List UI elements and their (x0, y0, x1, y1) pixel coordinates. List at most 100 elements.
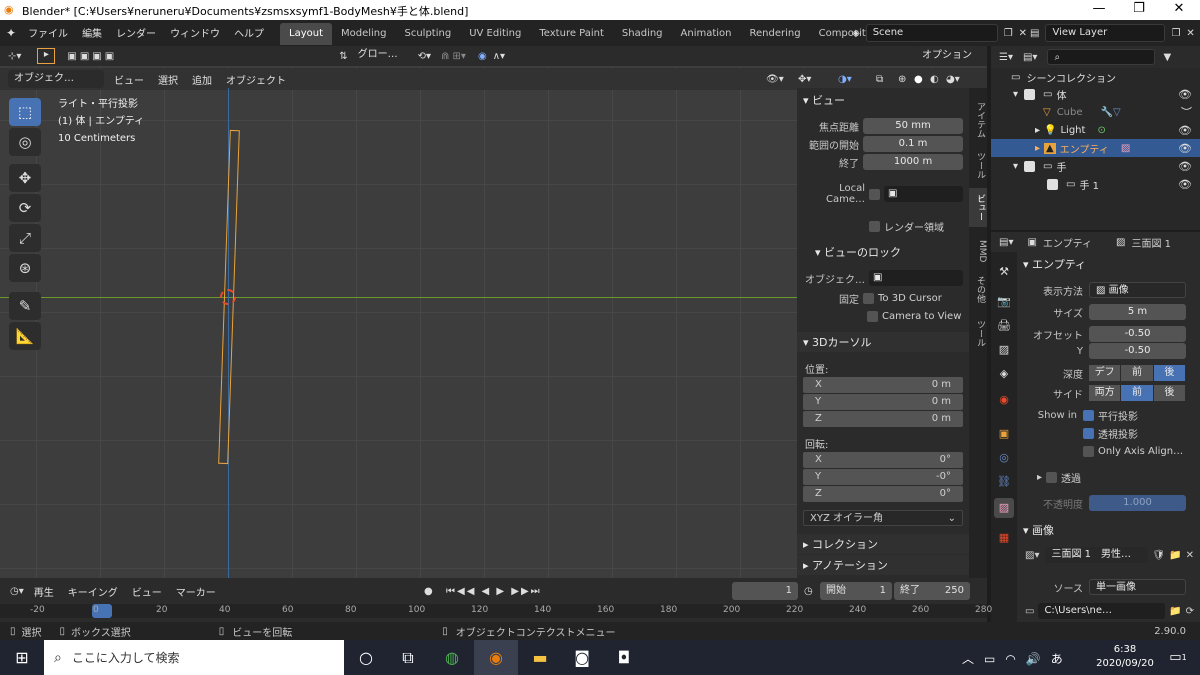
wifi-icon[interactable]: ◠ (1005, 652, 1015, 666)
cortana-icon[interactable]: ○ (344, 640, 388, 675)
perspective-checkbox[interactable] (1083, 427, 1094, 439)
viewport-menu-view[interactable]: ビュー (114, 72, 144, 87)
collapse-icon[interactable]: ▾ (1013, 161, 1018, 172)
menu-render[interactable]: レンダー (116, 25, 156, 40)
source-select[interactable]: 単一画像 (1089, 579, 1186, 595)
menu-help[interactable]: ヘルプ (234, 25, 264, 40)
tab-tool[interactable]: ツール (969, 146, 987, 185)
view-layer-tab-icon[interactable]: ▨ (994, 340, 1014, 360)
menu-window[interactable]: ウィンドウ (170, 25, 220, 40)
tool-tab-icon[interactable]: ⚒ (994, 262, 1014, 282)
snap-icon[interactable]: ⋒ ⊞▾ (441, 51, 466, 62)
timeline-menu-playback[interactable]: 再生 (34, 584, 54, 599)
timeline-ruler[interactable]: -20 0 20 40 60 80 100 120 140 160 180 200 220 240 260 2… (0, 604, 992, 618)
empty-section-header[interactable]: ▾ エンプティ (1017, 254, 1189, 274)
clock[interactable]: 6:38 2020/09/20 (1090, 643, 1160, 671)
transform-tool[interactable]: ⊛ (9, 254, 41, 282)
blender-taskbar-icon[interactable]: ◉ (474, 640, 518, 675)
current-frame-field[interactable]: 1 (732, 582, 798, 600)
image-path-field[interactable]: C:\Users\ne… (1038, 603, 1166, 619)
cursor-location-x[interactable]: X 0 m (803, 377, 963, 393)
shading-solid-icon[interactable]: ● (914, 74, 923, 85)
new-view-layer-icon[interactable]: ❐ (1171, 28, 1180, 39)
file-explorer-icon[interactable]: ▬ (518, 640, 562, 675)
move-tool[interactable]: ✥ (9, 164, 41, 192)
physics-tab-icon[interactable]: ◎ (994, 448, 1014, 468)
tab-sculpting[interactable]: Sculpting (396, 23, 461, 45)
list-item[interactable]: ▾ ▭ 体 👁 (991, 85, 1200, 103)
tab-animation[interactable]: Animation (672, 23, 741, 45)
menu-file[interactable]: ファイル (28, 25, 68, 40)
scene-tab-icon[interactable]: ◈ (994, 364, 1014, 384)
tab-rendering[interactable]: Rendering (741, 23, 810, 45)
view-layer-icon[interactable]: ▤ (1030, 28, 1039, 39)
scene-icon[interactable]: ◈ (852, 28, 860, 39)
maximize-button[interactable]: ❐ (1124, 1, 1154, 19)
scale-tool[interactable]: ⤢ (9, 224, 41, 252)
list-item[interactable]: ▸ 💡 Light ⊙ 👁 (991, 121, 1200, 139)
chrome-icon[interactable]: ◍ (430, 640, 474, 675)
eye-icon[interactable]: 👁 (1178, 160, 1192, 173)
scene-field[interactable]: Scene (865, 24, 998, 42)
viewport-menu-add[interactable]: 追加 (192, 72, 212, 87)
tab-shading[interactable]: Shading (613, 23, 672, 45)
data-tab-icon[interactable]: ▨ (994, 498, 1014, 518)
side-back-button[interactable]: 後 (1153, 385, 1185, 401)
eye-closed-icon[interactable]: ︶ (1181, 104, 1192, 120)
timeline-menu-keying[interactable]: キーイング (68, 584, 118, 599)
minimize-button[interactable]: — (1084, 1, 1114, 19)
gizmo-icon[interactable]: ✥▾ (798, 74, 811, 85)
volume-icon[interactable]: 🔊 (1026, 652, 1041, 666)
remove-scene-icon[interactable]: ✕ (1019, 28, 1027, 39)
view-section-header[interactable]: ▾ ビュー (797, 90, 969, 110)
view-lock-section-header[interactable]: ▾ ビューのロック (797, 242, 969, 262)
system-tray[interactable]: ︿ ▭ ◠ 🔊 あ (962, 650, 1073, 667)
folder-icon[interactable]: 📁 (1169, 606, 1181, 617)
to-3d-cursor-checkbox[interactable] (863, 292, 874, 304)
list-item[interactable]: ▭ 手 1 👁 (991, 175, 1200, 193)
eye-icon[interactable]: 👁 (1178, 142, 1192, 155)
playback-controls[interactable]: ⏮◀◀ ◀ ▶ ▶▶⏭ (446, 586, 542, 597)
shading-rendered-icon[interactable]: ◕▾ (946, 74, 960, 85)
filter-icon[interactable]: ▼ (1163, 52, 1171, 63)
timeline-menu-marker[interactable]: マーカー (176, 584, 216, 599)
transform-orientation-select[interactable]: グロー… (351, 47, 412, 65)
rotation-mode-select[interactable]: XYZ オイラー角 ⌄ (803, 510, 963, 526)
side-front-button[interactable]: 前 (1121, 385, 1153, 401)
include-checkbox[interactable] (1047, 178, 1058, 190)
cursor-rotation-x[interactable]: X 0° (803, 452, 963, 468)
tab-texture-paint[interactable]: Texture Paint (530, 23, 613, 45)
proportional-edit-icon[interactable]: ◉ (478, 51, 487, 62)
mode-select[interactable]: オブジェク… (8, 70, 104, 88)
focal-length-field[interactable]: 50 mm (863, 118, 963, 134)
3d-cursor-icon[interactable] (220, 289, 236, 305)
select-box-tool[interactable]: ⬚ (9, 98, 41, 126)
tab-item[interactable]: アイテム (969, 96, 987, 144)
xray-icon[interactable]: ⧉ (876, 74, 883, 85)
app-icon-1[interactable]: ◙ (560, 640, 604, 675)
local-camera-checkbox[interactable] (869, 188, 880, 200)
include-checkbox[interactable] (1024, 160, 1036, 172)
annotate-tool[interactable]: ✎ (9, 292, 41, 320)
object-tab-icon[interactable]: ▣ (994, 424, 1014, 444)
tab-mmd[interactable]: MMD (969, 234, 987, 268)
cursor-tool[interactable]: ◎ (9, 128, 41, 156)
shading-wire-icon[interactable]: ⊕ (898, 74, 906, 85)
outliner-editor-icon[interactable]: ☰▾ (999, 52, 1013, 63)
notification-icon[interactable]: ▭ 1 (1156, 640, 1200, 675)
offset-y-field[interactable]: -0.50 (1089, 343, 1186, 359)
windows-start-icon[interactable]: ⊞ (0, 640, 44, 675)
visibility-icon[interactable]: 👁▾ (766, 74, 784, 85)
unlink-icon[interactable]: ✕ (1186, 550, 1194, 561)
viewport-menu-select[interactable]: 選択 (158, 72, 178, 87)
options-dropdown[interactable]: オプション (912, 47, 982, 65)
end-frame-field[interactable]: 終了 250 (894, 582, 970, 600)
constraints-tab-icon[interactable]: ⛓ (994, 472, 1014, 492)
editor-type-icon[interactable]: ⊹▾ (8, 51, 21, 62)
menu-edit[interactable]: 編集 (82, 25, 102, 40)
output-tab-icon[interactable]: 🖨 (994, 316, 1014, 336)
render-region-checkbox[interactable] (869, 220, 880, 232)
select-tool-icon[interactable]: ▸ (37, 48, 56, 64)
opacity-field[interactable]: 1.000 (1089, 495, 1186, 511)
timeline-editor-icon[interactable]: ◷▾ (10, 586, 24, 597)
